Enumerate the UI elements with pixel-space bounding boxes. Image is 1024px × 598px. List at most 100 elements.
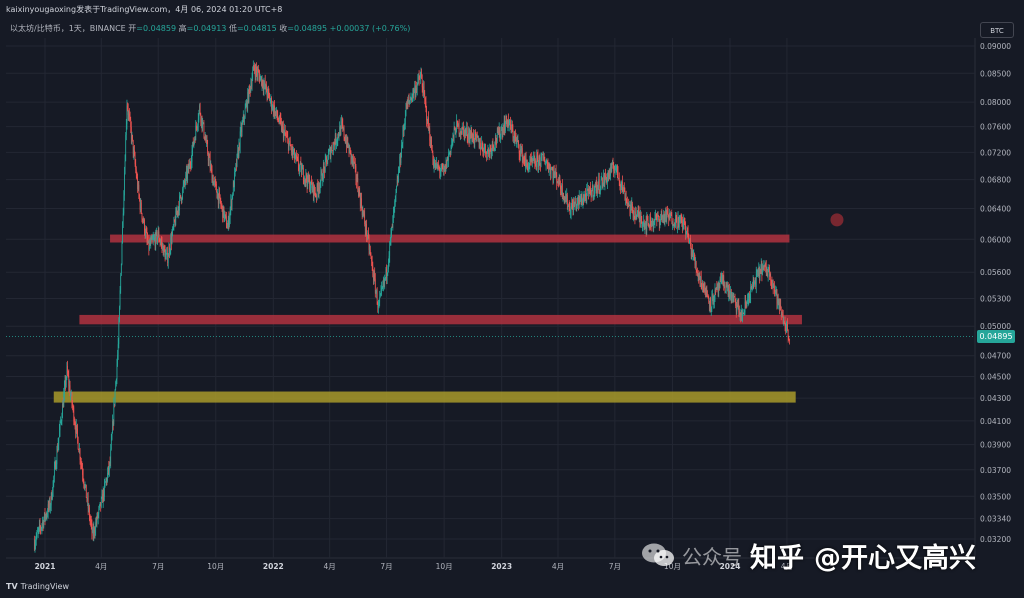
dot-marker (830, 213, 844, 227)
candle-body (77, 437, 79, 450)
candle-body (541, 154, 543, 157)
current-price-badge: 0.04895 (977, 329, 1015, 343)
price-tick-label: 0.05600 (980, 268, 1011, 277)
zones (53, 234, 802, 403)
candle-body (774, 285, 775, 290)
candle-body (787, 324, 788, 330)
time-tick-label: 10月 (436, 562, 453, 571)
candle-body (331, 146, 333, 151)
candle-body (734, 297, 736, 299)
chart-frame: kaixinyougaoxing发表于TradingView.com，4月 06… (0, 0, 1024, 598)
time-tick-label: 7月 (380, 562, 392, 571)
candle-body (398, 171, 399, 182)
candle-body (140, 202, 142, 214)
candle-body (592, 185, 594, 197)
candle-body (110, 449, 112, 464)
candle-body (124, 161, 126, 174)
candle-body (404, 115, 406, 125)
price-tick-label: 0.03500 (980, 492, 1011, 501)
candle-body (455, 132, 457, 135)
candle-body (617, 171, 619, 179)
candle-body (157, 237, 158, 242)
candle-body (301, 169, 303, 175)
candle-body (724, 284, 726, 292)
watermark-author: @开心又高兴 (814, 542, 976, 574)
candle-body (180, 194, 182, 198)
candle-body (121, 243, 123, 264)
candle-body (83, 479, 85, 485)
candle-body (379, 297, 381, 303)
candle-body (695, 262, 697, 270)
candle-body (676, 216, 678, 227)
time-tick-label: 2023 (491, 562, 512, 571)
watermark-prefix: 知乎 (750, 542, 804, 574)
candle-body (366, 223, 367, 237)
candle-body (61, 417, 63, 421)
zone-rect (53, 391, 796, 403)
tradingview-text: TradingView (20, 582, 69, 591)
candle-body (118, 321, 120, 345)
time-tick-label: 4月 (323, 562, 335, 571)
price-tick-label: 0.03200 (980, 535, 1011, 544)
time-tick-label: 2022 (263, 562, 284, 571)
price-tick-label: 0.03340 (980, 515, 1011, 524)
tradingview-logo[interactable]: TV TradingView (6, 582, 69, 591)
price-tick-label: 0.04300 (980, 394, 1011, 403)
watermark: 公众号 知乎 @开心又高兴 (640, 535, 976, 575)
time-tick-label: 7月 (609, 562, 621, 571)
time-tick-label: 4月 (95, 562, 107, 571)
candle-body (505, 123, 506, 131)
candle-body (633, 211, 635, 217)
candle-body (647, 219, 649, 224)
candle-body (567, 195, 568, 207)
candle-body (327, 159, 329, 164)
candle-body (485, 144, 486, 153)
time-tick-label: 4月 (552, 562, 564, 571)
price-tick-label: 0.04700 (980, 352, 1011, 361)
tradingview-mark: TV (6, 582, 18, 591)
candle-body (132, 135, 133, 140)
price-tick-label: 0.06000 (980, 235, 1011, 244)
candle-body (150, 240, 152, 245)
price-tick-label: 0.06400 (980, 205, 1011, 214)
price-tick-label: 0.07200 (980, 148, 1011, 157)
candle-body (138, 184, 140, 195)
candle-body (110, 439, 112, 450)
candle-body (611, 164, 613, 172)
candle-body (124, 173, 125, 196)
candle-body (550, 169, 552, 174)
candle-body (77, 428, 78, 438)
candle-body (463, 127, 464, 130)
price-tick-label: 0.07600 (980, 123, 1011, 132)
candle-body (100, 497, 102, 507)
price-tick-label: 0.06800 (980, 176, 1011, 185)
price-chart[interactable]: 0.09000 0.08500 0.08000 0.07600 0.07200 0.068… (0, 0, 1024, 598)
candle-body (789, 339, 790, 341)
candle-body (58, 437, 60, 444)
candle-body (241, 123, 243, 133)
candle-body (400, 157, 402, 163)
grid-lines (6, 38, 975, 558)
candle-body (426, 107, 427, 121)
candle-body (111, 433, 113, 440)
candles (33, 60, 790, 553)
candle-body (167, 256, 169, 263)
candle-body (120, 275, 122, 291)
time-tick-label: 7月 (152, 562, 164, 571)
watermark-wechat: 公众号 (682, 544, 742, 569)
price-tick-label: 0.08000 (980, 98, 1011, 107)
price-tick-label: 0.04100 (980, 417, 1011, 426)
candle-body (600, 180, 602, 187)
candle-body (244, 108, 246, 119)
candle-body (120, 263, 122, 276)
price-tick-label: 0.09000 (980, 42, 1011, 51)
price-tick-label: 0.03700 (980, 466, 1011, 475)
candle-body (343, 127, 345, 138)
price-tick-label: 0.04500 (980, 372, 1011, 381)
candle-body (770, 274, 772, 281)
candle-body (349, 147, 351, 151)
wechat-icon (642, 543, 674, 566)
candle-body (326, 157, 327, 160)
zone-rect (79, 314, 802, 325)
candle-body (591, 190, 593, 198)
